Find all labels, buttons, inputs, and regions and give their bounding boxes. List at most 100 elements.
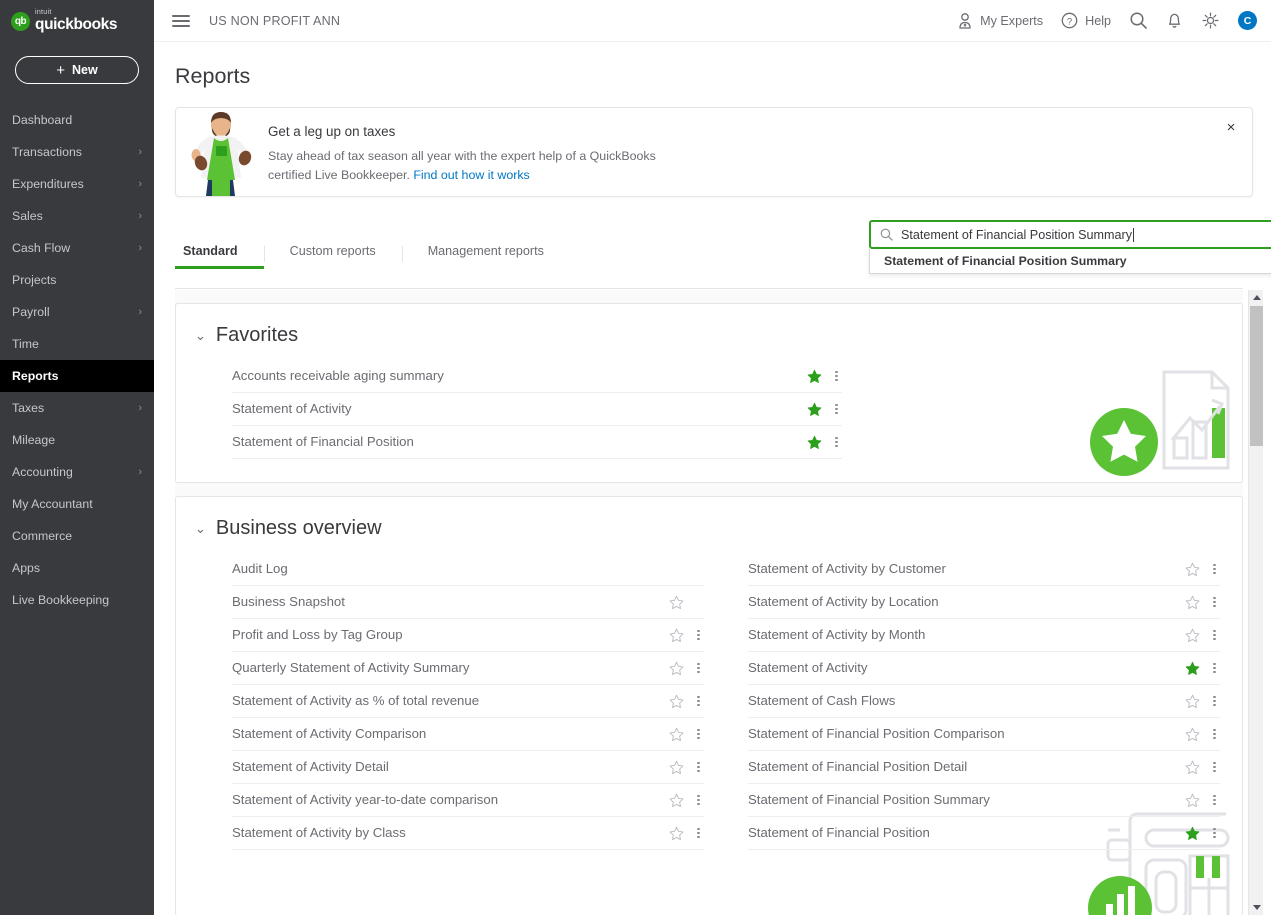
tab-standard[interactable]: Standard xyxy=(175,244,264,269)
star-outline-icon[interactable] xyxy=(1185,727,1200,742)
report-row[interactable]: Audit Log xyxy=(232,553,704,586)
kebab-menu-icon[interactable] xyxy=(693,661,704,676)
notifications-bell-icon[interactable] xyxy=(1166,11,1183,30)
kebab-menu-icon[interactable] xyxy=(1209,562,1220,577)
star-outline-icon[interactable] xyxy=(1185,628,1200,643)
report-name[interactable]: Statement of Activity by Month xyxy=(748,627,1185,644)
kebab-menu-icon[interactable] xyxy=(693,727,704,742)
report-row[interactable]: Quarterly Statement of Activity Summary xyxy=(232,652,704,685)
report-name[interactable]: Statement of Activity by Customer xyxy=(748,561,1185,578)
report-name[interactable]: Audit Log xyxy=(232,561,669,578)
report-name[interactable]: Statement of Activity by Location xyxy=(748,594,1185,611)
report-row[interactable]: Statement of Financial Position xyxy=(232,426,842,459)
report-name[interactable]: Statement of Financial Position Summary xyxy=(748,792,1185,809)
search-input[interactable]: Statement of Financial Position Summary xyxy=(869,220,1271,249)
sidebar-item-taxes[interactable]: Taxes › xyxy=(0,392,154,424)
star-outline-icon[interactable] xyxy=(1185,760,1200,775)
kebab-menu-icon[interactable] xyxy=(693,760,704,775)
quickbooks-logo[interactable]: qb intuit quickbooks xyxy=(0,0,154,42)
my-experts-button[interactable]: My Experts xyxy=(957,12,1043,29)
star-outline-icon[interactable] xyxy=(1185,562,1200,577)
report-name[interactable]: Statement of Cash Flows xyxy=(748,693,1185,710)
report-row[interactable]: Statement of Activity by Customer xyxy=(748,553,1220,586)
star-filled-icon[interactable] xyxy=(807,369,822,384)
report-name[interactable]: Statement of Activity xyxy=(232,401,807,418)
kebab-menu-icon[interactable] xyxy=(1209,661,1220,676)
star-outline-icon[interactable] xyxy=(669,793,684,808)
sidebar-item-my-accountant[interactable]: My Accountant xyxy=(0,488,154,520)
sidebar-item-commerce[interactable]: Commerce xyxy=(0,520,154,552)
user-avatar[interactable]: C xyxy=(1238,11,1257,30)
report-row[interactable]: Statement of Activity year-to-date compa… xyxy=(232,784,704,817)
close-icon[interactable]: × xyxy=(1222,119,1240,137)
report-name[interactable]: Statement of Activity year-to-date compa… xyxy=(232,792,669,809)
star-outline-icon[interactable] xyxy=(669,727,684,742)
search-icon[interactable] xyxy=(1129,11,1148,30)
report-name[interactable]: Statement of Activity xyxy=(748,660,1185,677)
star-outline-icon[interactable] xyxy=(669,760,684,775)
star-outline-icon[interactable] xyxy=(669,628,684,643)
report-name[interactable]: Statement of Financial Position Detail xyxy=(748,759,1185,776)
report-name[interactable]: Business Snapshot xyxy=(232,594,669,611)
report-row[interactable]: Accounts receivable aging summary xyxy=(232,360,842,393)
gear-settings-icon[interactable] xyxy=(1201,11,1220,30)
kebab-menu-icon[interactable] xyxy=(831,402,842,417)
sidebar-item-projects[interactable]: Projects xyxy=(0,264,154,296)
report-row[interactable]: Statement of Activity as % of total reve… xyxy=(232,685,704,718)
search-input-value[interactable]: Statement of Financial Position Summary xyxy=(901,228,1132,242)
star-outline-icon[interactable] xyxy=(669,826,684,841)
kebab-menu-icon[interactable] xyxy=(693,694,704,709)
content-scrollbar[interactable] xyxy=(1248,290,1263,915)
scroll-down-arrow-icon[interactable] xyxy=(1249,900,1264,915)
report-row[interactable]: Profit and Loss by Tag Group xyxy=(232,619,704,652)
kebab-menu-icon[interactable] xyxy=(831,369,842,384)
star-filled-icon[interactable] xyxy=(1185,661,1200,676)
report-name[interactable]: Statement of Financial Position Comparis… xyxy=(748,726,1185,743)
sidebar-item-apps[interactable]: Apps xyxy=(0,552,154,584)
report-row[interactable]: Statement of Activity by Month xyxy=(748,619,1220,652)
sidebar-item-live-bookkeeping[interactable]: Live Bookkeeping xyxy=(0,584,154,616)
sidebar-item-reports[interactable]: Reports xyxy=(0,360,154,392)
report-row[interactable]: Statement of Activity Detail xyxy=(232,751,704,784)
kebab-menu-icon[interactable] xyxy=(1209,595,1220,610)
star-outline-icon[interactable] xyxy=(1185,595,1200,610)
report-row[interactable]: Statement of Activity by Class xyxy=(232,817,704,850)
kebab-menu-icon[interactable] xyxy=(1209,760,1220,775)
help-button[interactable]: ? Help xyxy=(1061,12,1111,29)
sidebar-item-mileage[interactable]: Mileage xyxy=(0,424,154,456)
scrollbar-thumb[interactable] xyxy=(1250,306,1263,446)
report-name[interactable]: Quarterly Statement of Activity Summary xyxy=(232,660,669,677)
chevron-down-icon[interactable]: ⌄ xyxy=(195,522,206,535)
section-header[interactable]: ⌄ Business overview xyxy=(176,497,1242,540)
kebab-menu-icon[interactable] xyxy=(831,435,842,450)
kebab-menu-icon[interactable] xyxy=(1209,628,1220,643)
report-name[interactable]: Statement of Activity Detail xyxy=(232,759,669,776)
report-row[interactable]: Business Snapshot xyxy=(232,586,704,619)
kebab-menu-icon[interactable] xyxy=(1209,826,1220,841)
sidebar-item-expenditures[interactable]: Expenditures › xyxy=(0,168,154,200)
sidebar-item-cash-flow[interactable]: Cash Flow › xyxy=(0,232,154,264)
report-name[interactable]: Statement of Activity Comparison xyxy=(232,726,669,743)
report-name[interactable]: Statement of Financial Position xyxy=(232,434,807,451)
star-outline-icon[interactable] xyxy=(1185,793,1200,808)
star-filled-icon[interactable] xyxy=(807,435,822,450)
report-row[interactable]: Statement of Activity by Location xyxy=(748,586,1220,619)
sidebar-item-sales[interactable]: Sales › xyxy=(0,200,154,232)
sidebar-item-payroll[interactable]: Payroll › xyxy=(0,296,154,328)
report-row[interactable]: Statement of Activity xyxy=(232,393,842,426)
kebab-menu-icon[interactable] xyxy=(693,793,704,808)
kebab-menu-icon[interactable] xyxy=(693,628,704,643)
report-row[interactable]: Statement of Cash Flows xyxy=(748,685,1220,718)
chevron-down-icon[interactable]: ⌄ xyxy=(195,329,206,342)
star-filled-icon[interactable] xyxy=(807,402,822,417)
report-name[interactable]: Accounts receivable aging summary xyxy=(232,368,807,385)
scroll-up-arrow-icon[interactable] xyxy=(1249,290,1264,305)
report-name[interactable]: Statement of Financial Position xyxy=(748,825,1185,842)
report-row[interactable]: Statement of Financial Position Detail xyxy=(748,751,1220,784)
report-name[interactable]: Profit and Loss by Tag Group xyxy=(232,627,669,644)
star-filled-icon[interactable] xyxy=(1185,826,1200,841)
report-row[interactable]: Statement of Financial Position Comparis… xyxy=(748,718,1220,751)
report-row[interactable]: Statement of Activity xyxy=(748,652,1220,685)
kebab-menu-icon[interactable] xyxy=(1209,793,1220,808)
tab-custom-reports[interactable]: Custom reports xyxy=(263,244,402,269)
